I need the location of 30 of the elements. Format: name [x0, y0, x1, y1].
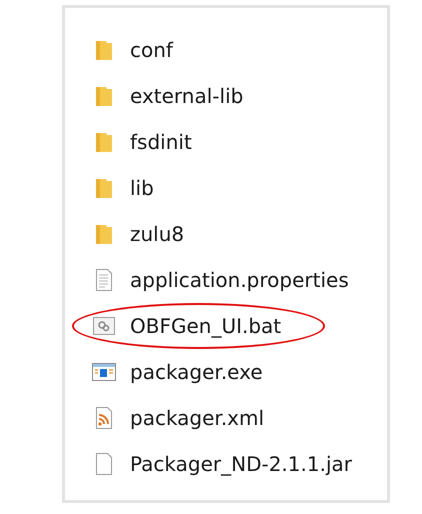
file-name: conf [130, 38, 173, 62]
file-row[interactable]: packager.xml [65, 395, 387, 441]
file-name: external-lib [130, 84, 244, 108]
folder-icon [95, 39, 113, 61]
file-row[interactable]: OBFGen_UI.bat [65, 303, 387, 349]
blank-file-icon [95, 453, 113, 475]
file-name: Packager_ND-2.1.1.jar [130, 452, 352, 476]
file-row[interactable]: application.properties [65, 257, 387, 303]
folder-icon [95, 131, 113, 153]
file-name: OBFGen_UI.bat [130, 314, 282, 338]
file-name: zulu8 [130, 222, 184, 246]
window-icon [92, 363, 116, 381]
gears-icon [93, 317, 115, 335]
folder-icon [95, 223, 113, 245]
file-name: packager.xml [130, 406, 264, 430]
file-row[interactable]: zulu8 [65, 211, 387, 257]
file-name: lib [130, 176, 154, 200]
file-row[interactable]: lib [65, 165, 387, 211]
document-icon [95, 269, 113, 291]
file-name: packager.exe [130, 360, 263, 384]
file-row[interactable]: fsdinit [65, 119, 387, 165]
file-row[interactable]: Packager_ND-2.1.1.jar [65, 441, 387, 487]
file-name: application.properties [130, 268, 349, 292]
file-row[interactable]: conf [65, 27, 387, 73]
rss-feed-icon [95, 407, 113, 429]
file-name: fsdinit [130, 130, 192, 154]
folder-icon [95, 85, 113, 107]
folder-icon [95, 177, 113, 199]
file-row[interactable]: external-lib [65, 73, 387, 119]
file-row[interactable]: packager.exe [65, 349, 387, 395]
